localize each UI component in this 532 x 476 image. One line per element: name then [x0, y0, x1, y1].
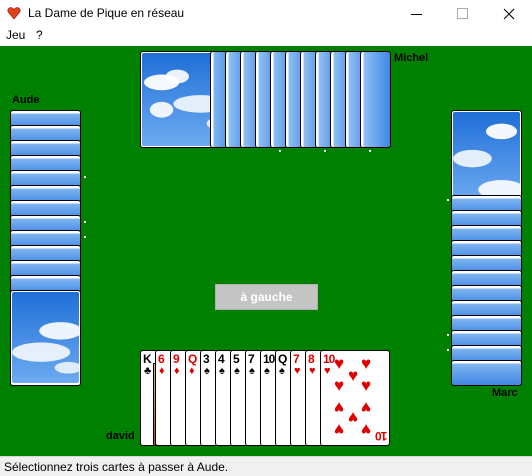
- heart-pip-icon: ♥: [361, 420, 372, 439]
- spade-icon: ♠: [279, 365, 285, 377]
- game-table: Michel Aude Marc à gauche david K ♣ 6 ♦ …: [0, 46, 532, 456]
- close-icon: [503, 8, 515, 20]
- heart-pip-icon: ♥: [334, 354, 345, 373]
- marker-dot: [447, 349, 449, 351]
- north-card-back: [360, 51, 391, 148]
- marker-dot: [447, 334, 449, 336]
- east-card-back-first: [451, 110, 522, 206]
- status-bar: Sélectionnez trois cartes à passer à Aud…: [0, 456, 532, 476]
- title-bar: La Dame de Pique en réseau: [0, 0, 532, 27]
- card-rank-bottom: 10: [375, 429, 387, 443]
- marker-dot: [84, 221, 86, 223]
- heart-icon: ♥: [324, 365, 331, 377]
- menu-jeu[interactable]: Jeu: [6, 28, 25, 42]
- marker-dot: [84, 236, 86, 238]
- close-button[interactable]: [486, 0, 532, 27]
- heart-app-icon: [7, 7, 21, 20]
- hand-card[interactable]: 10 ♥ ♥ ♥ ♥ ♥ ♥ ♥ ♥ ♥ ♥ ♥ 10: [320, 350, 390, 446]
- player-name-north: Michel: [394, 52, 429, 64]
- club-icon: ♣: [144, 365, 152, 377]
- heart-pip-icon: ♥: [348, 408, 359, 427]
- heart-pip-icon: ♥: [361, 398, 372, 417]
- spade-icon: ♠: [264, 365, 270, 377]
- marker-dot: [447, 199, 449, 201]
- sky-cloud-pattern: [12, 292, 79, 384]
- pass-cards-button[interactable]: à gauche: [215, 284, 318, 310]
- heart-pip-icon: ♥: [334, 376, 345, 395]
- sky-cloud-pattern: [453, 112, 520, 204]
- player-name-south: david: [106, 430, 135, 442]
- player-name-east: Marc: [492, 387, 518, 399]
- maximize-icon: [457, 8, 468, 19]
- minimize-icon: [411, 14, 422, 15]
- minimize-button[interactable]: [394, 0, 440, 27]
- marker-dot: [279, 150, 281, 152]
- heart-pip-icon: ♥: [361, 354, 372, 373]
- window-title: La Dame de Pique en réseau: [28, 6, 185, 20]
- diamond-icon: ♦: [159, 365, 165, 377]
- menu-bar: Jeu ?: [0, 27, 532, 45]
- maximize-button[interactable]: [440, 0, 486, 27]
- spade-icon: ♠: [204, 365, 210, 377]
- menu-help[interactable]: ?: [36, 28, 43, 42]
- diamond-icon: ♦: [174, 365, 180, 377]
- heart-pip-icon: ♥: [348, 366, 359, 385]
- diamond-icon: ♦: [189, 365, 195, 377]
- status-message: Sélectionnez trois cartes à passer à Aud…: [4, 460, 229, 474]
- heart-pip-icon: ♥: [334, 398, 345, 417]
- marker-dot: [84, 176, 86, 178]
- marker-dot: [369, 150, 371, 152]
- spade-icon: ♠: [249, 365, 255, 377]
- spade-icon: ♠: [234, 365, 240, 377]
- spade-icon: ♠: [219, 365, 225, 377]
- player-name-west: Aude: [12, 94, 40, 106]
- west-card-back-last: [10, 290, 81, 386]
- east-card-back: [451, 360, 522, 386]
- marker-dot: [324, 150, 326, 152]
- heart-pip-icon: ♥: [361, 376, 372, 395]
- heart-icon: ♥: [309, 365, 316, 377]
- heart-icon: ♥: [294, 365, 301, 377]
- heart-pip-icon: ♥: [334, 420, 345, 439]
